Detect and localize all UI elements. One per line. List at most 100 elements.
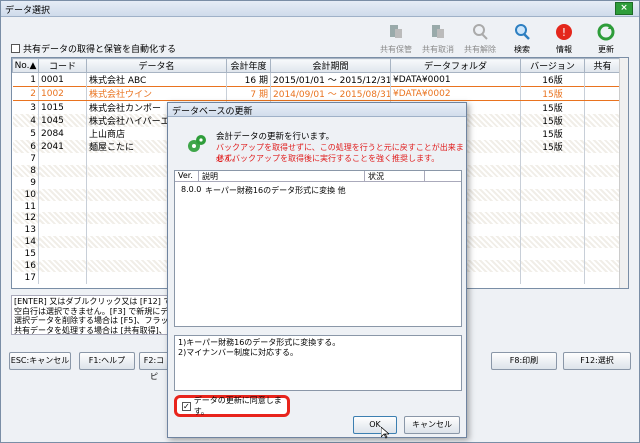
table-cell: 0001 bbox=[38, 72, 87, 87]
table-cell: 10 bbox=[12, 188, 39, 201]
agree-label: データの更新に同意します。 bbox=[193, 396, 282, 416]
table-cell: 6 bbox=[12, 140, 39, 153]
table-cell: 1015 bbox=[38, 100, 87, 114]
table-cell bbox=[38, 176, 87, 189]
refresh-button[interactable]: 更新 bbox=[585, 23, 627, 55]
table-cell bbox=[584, 224, 621, 237]
version-list: Ver. 説明 状況 8.0.0 キーパー財務16のデータ形式に変換 他 bbox=[174, 170, 462, 327]
table-cell: 9 bbox=[12, 176, 39, 189]
column-header[interactable]: 共有 bbox=[584, 58, 621, 73]
f8-print-button[interactable]: F8:印刷 bbox=[491, 352, 557, 370]
table-cell: 2014/09/01 〜 2015/08/31 bbox=[270, 86, 391, 101]
table-cell: 14 bbox=[12, 236, 39, 249]
table-cell bbox=[584, 153, 621, 165]
table-cell bbox=[584, 200, 621, 213]
table-cell: ¥DATA¥0001 bbox=[390, 72, 521, 87]
column-header[interactable]: データフォルダ bbox=[390, 58, 521, 73]
table-cell bbox=[520, 153, 585, 165]
table-cell: 4 bbox=[12, 114, 39, 127]
version-row[interactable]: 8.0.0 キーパー財務16のデータ形式に変換 他 bbox=[175, 185, 461, 196]
table-cell bbox=[38, 236, 87, 249]
table-cell: 1 bbox=[12, 72, 39, 87]
refresh-icon bbox=[597, 23, 615, 41]
table-cell: 1045 bbox=[38, 114, 87, 127]
grid-scrollbar[interactable] bbox=[619, 58, 628, 288]
table-cell bbox=[38, 200, 87, 213]
svg-text:!: ! bbox=[562, 26, 566, 39]
table-cell bbox=[584, 176, 621, 189]
auto-share-label: 共有データの取得と保管を自動化する bbox=[23, 45, 177, 55]
share-cancel-button[interactable]: 共有取消 bbox=[417, 23, 459, 55]
table-cell: 7 bbox=[12, 153, 39, 165]
table-cell bbox=[584, 271, 621, 284]
dialog-warning-2: 必ずバックアップを取得後に実行することを強く推奨します。 bbox=[216, 154, 440, 163]
table-cell bbox=[38, 271, 87, 284]
ok-button[interactable]: OK bbox=[353, 416, 397, 434]
f12-select-button[interactable]: F12:選択 bbox=[563, 352, 631, 370]
toolbar: 共有保管 共有取消 共有解除 検索 ! 情報 更新 bbox=[375, 23, 627, 55]
table-row[interactable]: 2 1002 株式会社ウイン 7 期 2014/09/01 〜 2015/08/31 ¥D… bbox=[12, 86, 621, 101]
column-header[interactable]: 会計年度 bbox=[226, 58, 271, 73]
table-cell bbox=[38, 224, 87, 237]
f1-help-button[interactable]: F1:ヘルプ bbox=[79, 352, 135, 370]
table-cell bbox=[584, 114, 621, 127]
table-cell: 15版 bbox=[520, 114, 585, 127]
table-cell bbox=[584, 212, 621, 225]
auto-share-checkbox[interactable]: 共有データの取得と保管を自動化する bbox=[11, 42, 176, 55]
table-cell: 2041 bbox=[38, 140, 87, 153]
table-cell: 11 bbox=[12, 200, 39, 213]
share-cancel-icon bbox=[432, 25, 444, 38]
table-cell: ¥DATA¥0002 bbox=[390, 86, 521, 101]
table-cell bbox=[584, 100, 621, 114]
table-cell bbox=[584, 140, 621, 153]
window-titlebar: データ選択 × bbox=[1, 1, 639, 17]
table-cell: 15版 bbox=[520, 127, 585, 140]
table-cell bbox=[38, 260, 87, 272]
share-release-button[interactable]: 共有解除 bbox=[459, 23, 501, 55]
checkbox-icon[interactable] bbox=[11, 44, 20, 53]
column-header[interactable]: No.▲ bbox=[12, 58, 39, 73]
close-icon[interactable]: × bbox=[615, 2, 633, 15]
share-store-button[interactable]: 共有保管 bbox=[375, 23, 417, 55]
table-cell: 3 bbox=[12, 100, 39, 114]
table-cell bbox=[584, 86, 621, 101]
column-header[interactable]: バージョン bbox=[520, 58, 585, 73]
table-cell bbox=[520, 260, 585, 272]
table-cell: 5 bbox=[12, 127, 39, 140]
version-list-header: Ver. 説明 状況 bbox=[175, 171, 461, 182]
table-row[interactable]: 1 0001 株式会社 ABC 16 期 2015/01/01 〜 2015/12/31… bbox=[12, 72, 621, 87]
database-update-dialog: データベースの更新 会計データの更新を行います。 バックアップを取得せずに、この… bbox=[167, 102, 467, 439]
f2-copy-button[interactable]: F2:コピ bbox=[139, 352, 169, 381]
info-button[interactable]: ! 情報 bbox=[543, 23, 585, 55]
table-cell: 15版 bbox=[520, 140, 585, 153]
esc-cancel-button[interactable]: ESC:キャンセル bbox=[9, 352, 71, 370]
table-cell bbox=[584, 72, 621, 87]
checkbox-icon[interactable]: ✓ bbox=[182, 401, 191, 411]
table-cell bbox=[584, 260, 621, 272]
cancel-button[interactable]: キャンセル bbox=[404, 416, 460, 434]
table-cell bbox=[520, 236, 585, 249]
column-header[interactable]: 会計期間 bbox=[270, 58, 391, 73]
table-cell bbox=[520, 188, 585, 201]
table-cell: 16 bbox=[12, 260, 39, 272]
table-cell bbox=[38, 188, 87, 201]
column-header[interactable]: データ名 bbox=[86, 58, 227, 73]
table-cell: 16版 bbox=[520, 72, 585, 87]
table-cell bbox=[520, 224, 585, 237]
table-cell: 7 期 bbox=[226, 86, 271, 101]
table-cell bbox=[38, 248, 87, 261]
window-title: データ選択 bbox=[5, 6, 51, 16]
search-button[interactable]: 検索 bbox=[501, 23, 543, 55]
table-cell bbox=[584, 164, 621, 177]
share-store-icon bbox=[390, 25, 402, 38]
table-cell: 17 bbox=[12, 271, 39, 284]
table-cell: 16 期 bbox=[226, 72, 271, 87]
agree-checkbox[interactable]: ✓ データの更新に同意します。 bbox=[174, 395, 290, 417]
update-gears-icon bbox=[188, 135, 206, 152]
table-cell: 15 bbox=[12, 248, 39, 261]
column-header[interactable]: コード bbox=[38, 58, 87, 73]
grid-header: No.▲ コード データ名 会計年度 会計期間 データフォルダ バージョン 共有 bbox=[12, 58, 621, 73]
table-cell bbox=[38, 153, 87, 165]
table-cell bbox=[584, 188, 621, 201]
info-icon: ! bbox=[556, 24, 572, 40]
